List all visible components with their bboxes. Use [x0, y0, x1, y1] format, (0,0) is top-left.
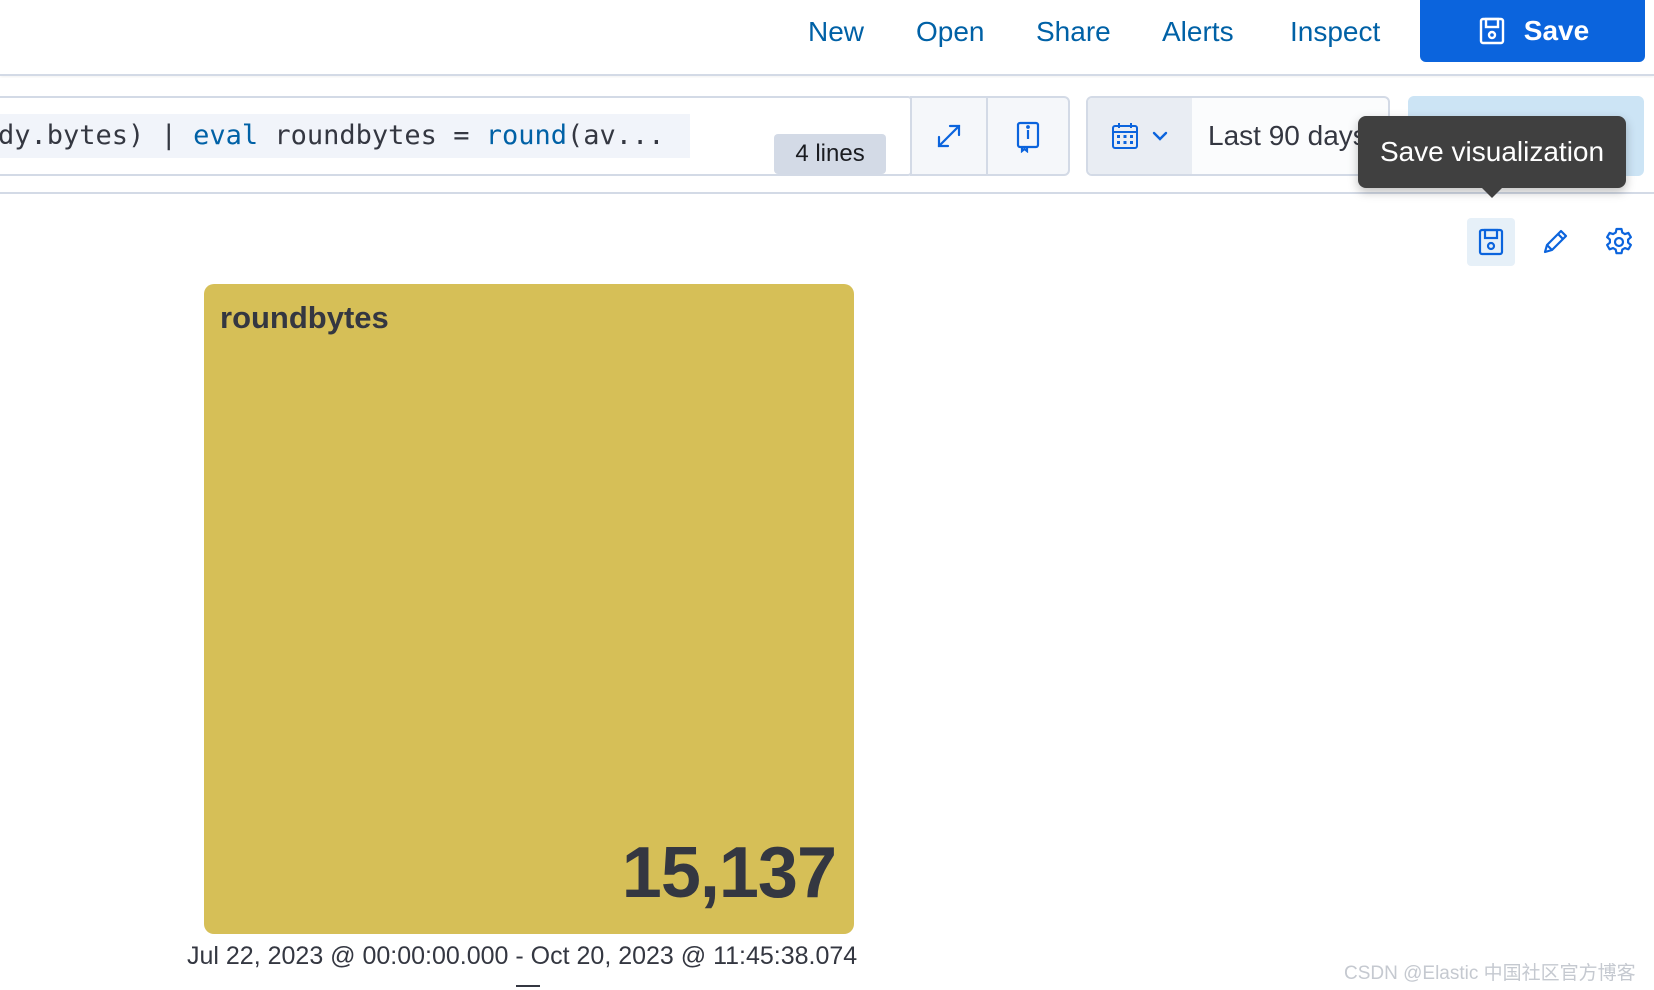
code-token: (av... [566, 120, 665, 151]
code-keyword: round [485, 120, 567, 151]
code-token: | [144, 120, 194, 151]
metric-tile[interactable]: roundbytes 15,137 [204, 284, 854, 934]
lines-count-badge[interactable]: 4 lines [774, 134, 886, 174]
expand-icon [937, 124, 961, 148]
save-visualization-tooltip: Save visualization [1358, 116, 1626, 188]
tooltip-arrow [1480, 186, 1504, 198]
nav-new-link[interactable]: New [808, 12, 864, 52]
resize-handle[interactable] [516, 985, 540, 987]
date-range-label[interactable]: Last 90 days [1208, 98, 1367, 174]
nav-open-link[interactable]: Open [916, 12, 985, 52]
watermark: CSDN @Elastic 中国社区官方博客 [1344, 963, 1636, 984]
code-token: roundbytes = [258, 120, 486, 151]
save-visualization-button[interactable] [1467, 218, 1515, 266]
save-icon [1479, 17, 1504, 45]
date-picker: Last 90 days [1086, 96, 1390, 176]
calendar-icon [1112, 123, 1138, 149]
chevron-down-icon [1152, 131, 1168, 141]
nav-alerts-link[interactable]: Alerts [1162, 12, 1234, 52]
documentation-button[interactable] [986, 96, 1070, 176]
save-button-label: Save [1523, 15, 1590, 46]
metric-title: roundbytes [220, 300, 389, 335]
book-icon [1016, 121, 1040, 153]
nav-share-link[interactable]: Share [1036, 12, 1111, 52]
save-button[interactable]: Save [1420, 0, 1645, 62]
nav-inspect-link[interactable]: Inspect [1290, 12, 1380, 52]
code-keyword: eval [193, 120, 259, 151]
gear-icon [1606, 227, 1632, 255]
esql-editor[interactable]: dy.bytes) | eval roundbytes = round(av..… [0, 96, 912, 176]
save-icon [1478, 228, 1504, 256]
time-range-caption: Jul 22, 2023 @ 00:00:00.000 - Oct 20, 20… [187, 942, 858, 970]
quick-select-button[interactable] [1088, 98, 1192, 174]
top-nav: New Open Share Alerts Inspect Save [0, 0, 1654, 76]
expand-editor-button[interactable] [910, 96, 988, 176]
edit-visualization-button[interactable] [1531, 218, 1579, 266]
code-token: dy.bytes) [0, 120, 145, 151]
esql-query-text[interactable]: dy.bytes) | eval roundbytes = round(av..… [0, 114, 690, 158]
pencil-icon [1543, 229, 1568, 254]
metric-value: 15,137 [621, 833, 837, 913]
settings-button[interactable] [1595, 218, 1643, 266]
